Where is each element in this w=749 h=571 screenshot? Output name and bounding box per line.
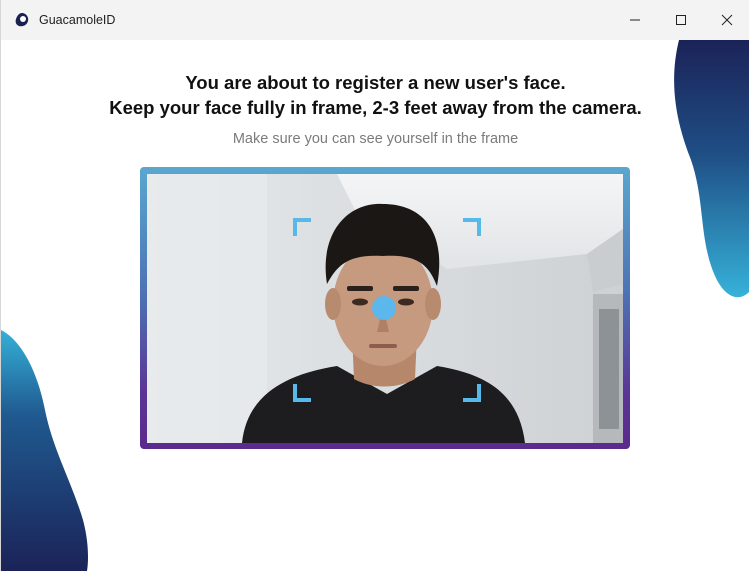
instruction-subtext: Make sure you can see yourself in the fr… <box>232 131 519 147</box>
minimize-icon <box>630 19 640 21</box>
heading-line-2: Keep your face fully in frame, 2-3 feet … <box>109 97 642 118</box>
maximize-button[interactable] <box>658 0 704 40</box>
frame-corner-top-right <box>463 218 481 236</box>
window-controls <box>612 0 749 40</box>
minimize-button[interactable] <box>612 0 658 40</box>
instruction-heading: You are about to register a new user's f… <box>1 70 749 120</box>
title-bar: GuacamoleID <box>1 0 749 40</box>
frame-corner-bottom-left <box>293 384 311 402</box>
camera-frame <box>140 167 630 449</box>
camera-feed <box>147 174 623 443</box>
heading-line-1: You are about to register a new user's f… <box>185 72 566 93</box>
face-target-dot <box>372 296 396 320</box>
maximize-icon <box>676 15 686 25</box>
app-logo-icon <box>13 11 31 29</box>
frame-corner-bottom-right <box>463 384 481 402</box>
frame-corner-top-left <box>293 218 311 236</box>
window-title: GuacamoleID <box>39 13 116 27</box>
close-button[interactable] <box>704 0 749 40</box>
decorative-blob-left <box>1 330 88 571</box>
close-icon <box>721 14 733 26</box>
app-window: GuacamoleID You are about to register a … <box>0 0 749 571</box>
